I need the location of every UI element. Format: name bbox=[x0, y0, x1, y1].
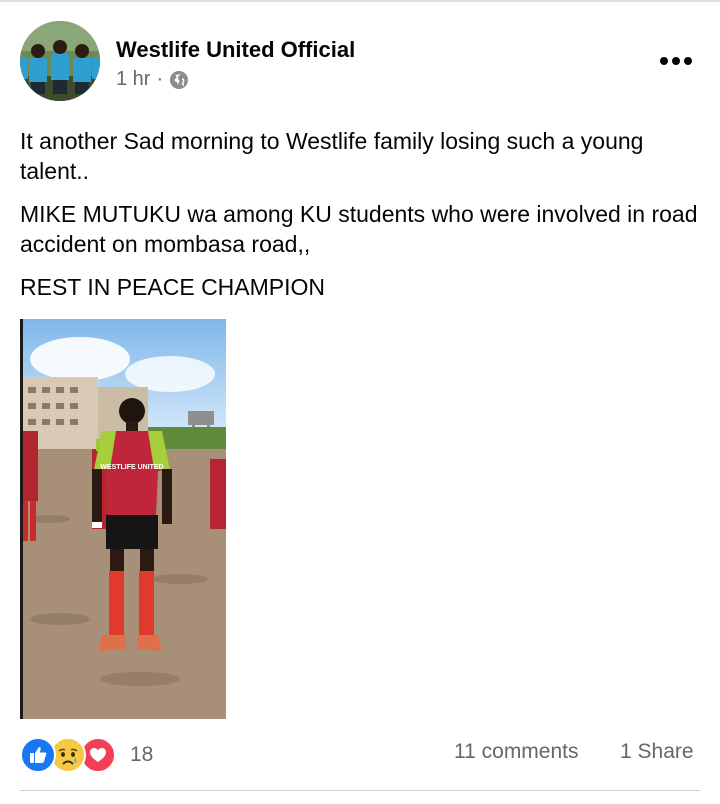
more-options-icon[interactable] bbox=[654, 48, 698, 74]
shares-count-link[interactable]: 1 Share bbox=[620, 740, 694, 764]
post-text-paragraph: MIKE MUTUKU wa among KU students who wer… bbox=[20, 201, 698, 257]
reactions-summary[interactable]: 18 bbox=[20, 737, 154, 773]
comments-count-link[interactable]: 11 comments bbox=[454, 740, 579, 764]
post-text-paragraph: It another Sad morning to Westlife famil… bbox=[20, 128, 644, 184]
post-text-paragraph: REST IN PEACE CHAMPION bbox=[20, 274, 326, 300]
player-photo: WESTLIFE UNITED bbox=[20, 319, 226, 719]
page-name[interactable]: Westlife United Official bbox=[116, 37, 355, 63]
globe-icon[interactable] bbox=[169, 70, 189, 90]
reaction-count: 18 bbox=[130, 743, 154, 766]
more-dot bbox=[660, 57, 668, 65]
page-avatar[interactable] bbox=[20, 21, 100, 101]
meta-separator: · bbox=[156, 68, 164, 90]
post-time[interactable]: 1 hr bbox=[116, 68, 150, 91]
actions-divider bbox=[20, 790, 700, 791]
jersey-text: WESTLIFE UNITED bbox=[100, 464, 163, 471]
like-icon bbox=[20, 737, 56, 773]
post-meta: 1 hr · bbox=[116, 68, 189, 91]
avatar-image bbox=[20, 21, 100, 101]
post-card: Westlife United Official 1 hr · It anoth… bbox=[0, 0, 720, 804]
more-dot bbox=[672, 57, 680, 65]
more-dot bbox=[684, 57, 692, 65]
post-photo[interactable]: WESTLIFE UNITED bbox=[20, 319, 226, 719]
